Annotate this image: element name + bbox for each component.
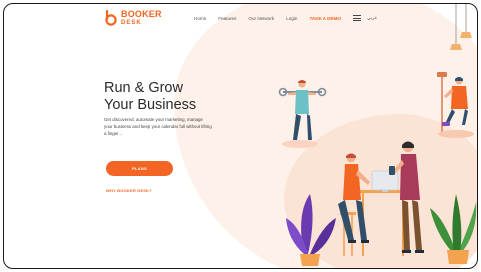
desk-scene-illustration [338,141,424,256]
hanging-lamps-illustration [450,4,472,50]
wrench-person-illustration [278,80,327,148]
hero-illustration [278,4,477,266]
purple-plant-illustration [286,194,336,266]
painter-person-illustration [437,72,474,138]
green-plant-illustration [430,194,477,264]
browser-viewport: BOOKER DESK Home Features Our Network Lo… [3,3,478,269]
